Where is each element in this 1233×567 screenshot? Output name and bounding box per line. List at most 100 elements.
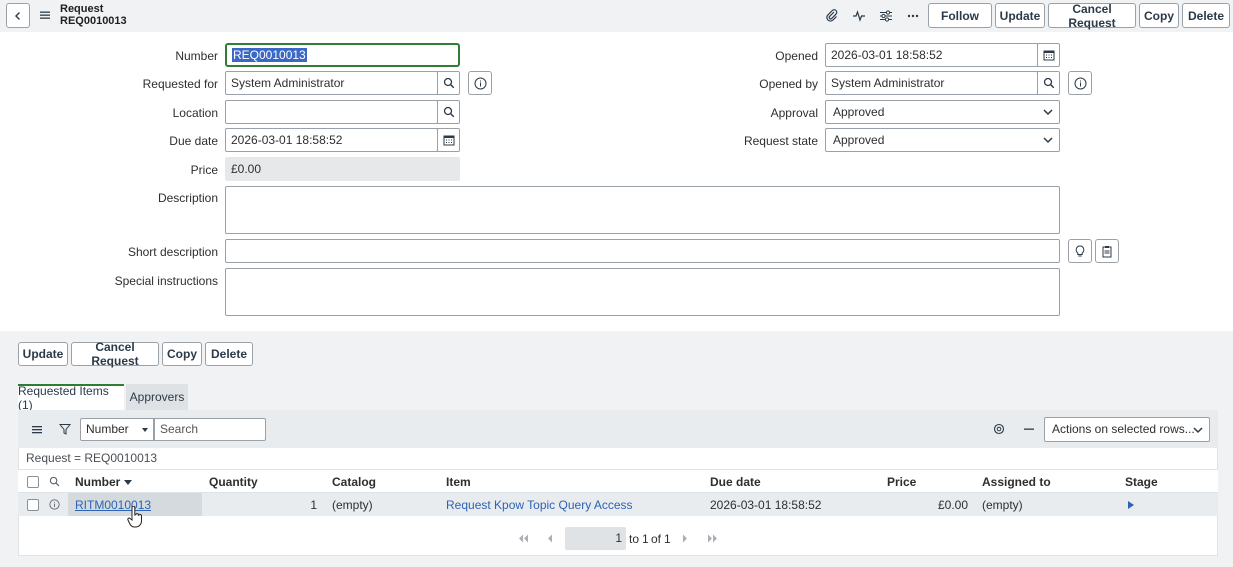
column-header-assigned-to[interactable]: Assigned to: [982, 475, 1051, 489]
short-description-field[interactable]: [225, 239, 1060, 263]
list-menu-icon[interactable]: [31, 423, 43, 435]
number-field[interactable]: REQ0010013: [225, 43, 460, 67]
special-instructions-textarea[interactable]: [225, 268, 1060, 316]
column-header-quantity[interactable]: Quantity: [209, 475, 258, 489]
chevron-left-icon: [15, 11, 20, 20]
search-icon[interactable]: [49, 476, 60, 487]
opened-by-info-button[interactable]: [1068, 71, 1092, 95]
approval-select[interactable]: Approved: [825, 100, 1060, 124]
short-description-label: Short description: [127, 245, 218, 259]
row-item-link[interactable]: Request Kpow Topic Query Access: [446, 498, 633, 512]
tab-requested-items[interactable]: Requested Items (1): [18, 384, 124, 412]
list-toolbar: Number Search Actions on selected rows..…: [18, 410, 1218, 448]
description-label: Description: [157, 191, 218, 205]
footer-cancel-request-button[interactable]: Cancel Request: [71, 340, 159, 368]
opened-by-label: Opened by: [759, 77, 818, 91]
lightbulb-icon: [1075, 244, 1085, 256]
activity-icon[interactable]: [850, 7, 868, 25]
page-number-input[interactable]: 1: [565, 527, 626, 550]
stage-caret-icon[interactable]: [1128, 501, 1134, 509]
location-field[interactable]: [225, 100, 438, 124]
footer-copy-button[interactable]: Copy: [162, 342, 202, 366]
requested-for-info-button[interactable]: [468, 71, 492, 95]
info-icon[interactable]: [49, 499, 60, 510]
first-page-icon[interactable]: [518, 534, 529, 543]
collapse-icon[interactable]: [1023, 423, 1035, 435]
template-button[interactable]: [1095, 239, 1119, 263]
row-price: £0.00: [937, 498, 968, 512]
due-date-field[interactable]: 2026-03-01 18:58:52: [225, 128, 438, 152]
chevron-down-icon: [1193, 427, 1203, 434]
requested-for-lookup-button[interactable]: [437, 71, 460, 95]
chevron-down-icon: [1043, 109, 1053, 116]
price-label: Price: [190, 163, 218, 177]
due-date-picker-button[interactable]: [437, 128, 460, 152]
due-date-label: Due date: [169, 134, 218, 148]
description-textarea[interactable]: [225, 186, 1060, 234]
pager-to-value: 1: [642, 532, 649, 546]
location-lookup-button[interactable]: [437, 100, 460, 124]
back-button[interactable]: [6, 3, 30, 28]
opened-picker-button[interactable]: [1037, 43, 1060, 67]
search-input[interactable]: Search: [154, 418, 266, 441]
requested-for-field[interactable]: System Administrator: [225, 71, 438, 95]
paperclip-icon[interactable]: [823, 7, 841, 25]
row-quantity: 1: [310, 498, 317, 512]
request-state-label: Request state: [743, 134, 818, 148]
row-catalog: (empty): [332, 498, 373, 512]
actions-on-selected-select[interactable]: Actions on selected rows...: [1044, 417, 1210, 442]
column-header-stage[interactable]: Stage: [1125, 475, 1158, 489]
delete-button[interactable]: Delete: [1182, 3, 1230, 28]
number-label: Number: [175, 49, 218, 63]
table-row[interactable]: RITM0010013 1 (empty) Request Kpow Topic…: [18, 493, 1218, 516]
record-type: Request: [60, 3, 104, 15]
search-field-value: Number: [86, 422, 129, 436]
caret-down-icon: [142, 428, 148, 432]
next-page-icon[interactable]: [682, 534, 688, 543]
tab-approvers[interactable]: Approvers: [126, 384, 188, 410]
pager-to-label: to: [629, 532, 640, 546]
calendar-icon: [1043, 50, 1054, 61]
actions-select-value: Actions on selected rows...: [1052, 422, 1195, 436]
hamburger-menu-icon[interactable]: [38, 8, 52, 22]
copy-button[interactable]: Copy: [1139, 3, 1179, 28]
column-header-due-date[interactable]: Due date: [710, 475, 761, 489]
search-field-select[interactable]: Number: [80, 418, 154, 441]
approval-value: Approved: [833, 105, 885, 119]
info-icon: [1074, 77, 1086, 89]
price-field: £0.00: [225, 157, 460, 181]
footer-delete-button[interactable]: Delete: [205, 342, 253, 366]
search-icon: [443, 106, 454, 118]
opened-by-lookup-button[interactable]: [1037, 71, 1060, 95]
cancel-request-button[interactable]: Cancel Request: [1048, 2, 1136, 30]
list-breadcrumb[interactable]: Request = REQ0010013: [26, 451, 157, 465]
more-icon[interactable]: [904, 7, 922, 25]
row-checkbox[interactable]: [27, 499, 39, 511]
select-all-checkbox[interactable]: [27, 476, 39, 488]
previous-page-icon[interactable]: [547, 534, 553, 543]
column-header-catalog[interactable]: Catalog: [332, 475, 376, 489]
sliders-icon[interactable]: [877, 7, 895, 25]
filter-icon[interactable]: [59, 423, 71, 435]
column-header-number[interactable]: Number: [75, 475, 132, 489]
search-icon: [443, 77, 454, 89]
follow-button[interactable]: Follow: [928, 3, 992, 28]
update-button[interactable]: Update: [995, 3, 1045, 28]
opened-by-field[interactable]: System Administrator: [825, 71, 1038, 95]
info-icon: [474, 77, 486, 89]
request-state-select[interactable]: Approved: [825, 128, 1060, 152]
opened-label: Opened: [775, 49, 818, 63]
special-instructions-label: Special instructions: [114, 274, 218, 288]
last-page-icon[interactable]: [707, 534, 718, 543]
opened-field[interactable]: 2026-03-01 18:58:52: [825, 43, 1038, 67]
footer-update-button[interactable]: Update: [18, 342, 68, 366]
column-header-item[interactable]: Item: [446, 475, 471, 489]
hand-cursor-icon: [127, 506, 142, 528]
suggestion-button[interactable]: [1068, 239, 1092, 263]
gear-icon[interactable]: [993, 423, 1005, 435]
column-header-price[interactable]: Price: [887, 475, 916, 489]
clipboard-icon: [1102, 245, 1112, 257]
form-header: Request REQ0010013 Follow Update Cancel …: [0, 0, 1233, 32]
approval-label: Approval: [770, 106, 818, 120]
requested-for-label: Requested for: [142, 77, 218, 91]
